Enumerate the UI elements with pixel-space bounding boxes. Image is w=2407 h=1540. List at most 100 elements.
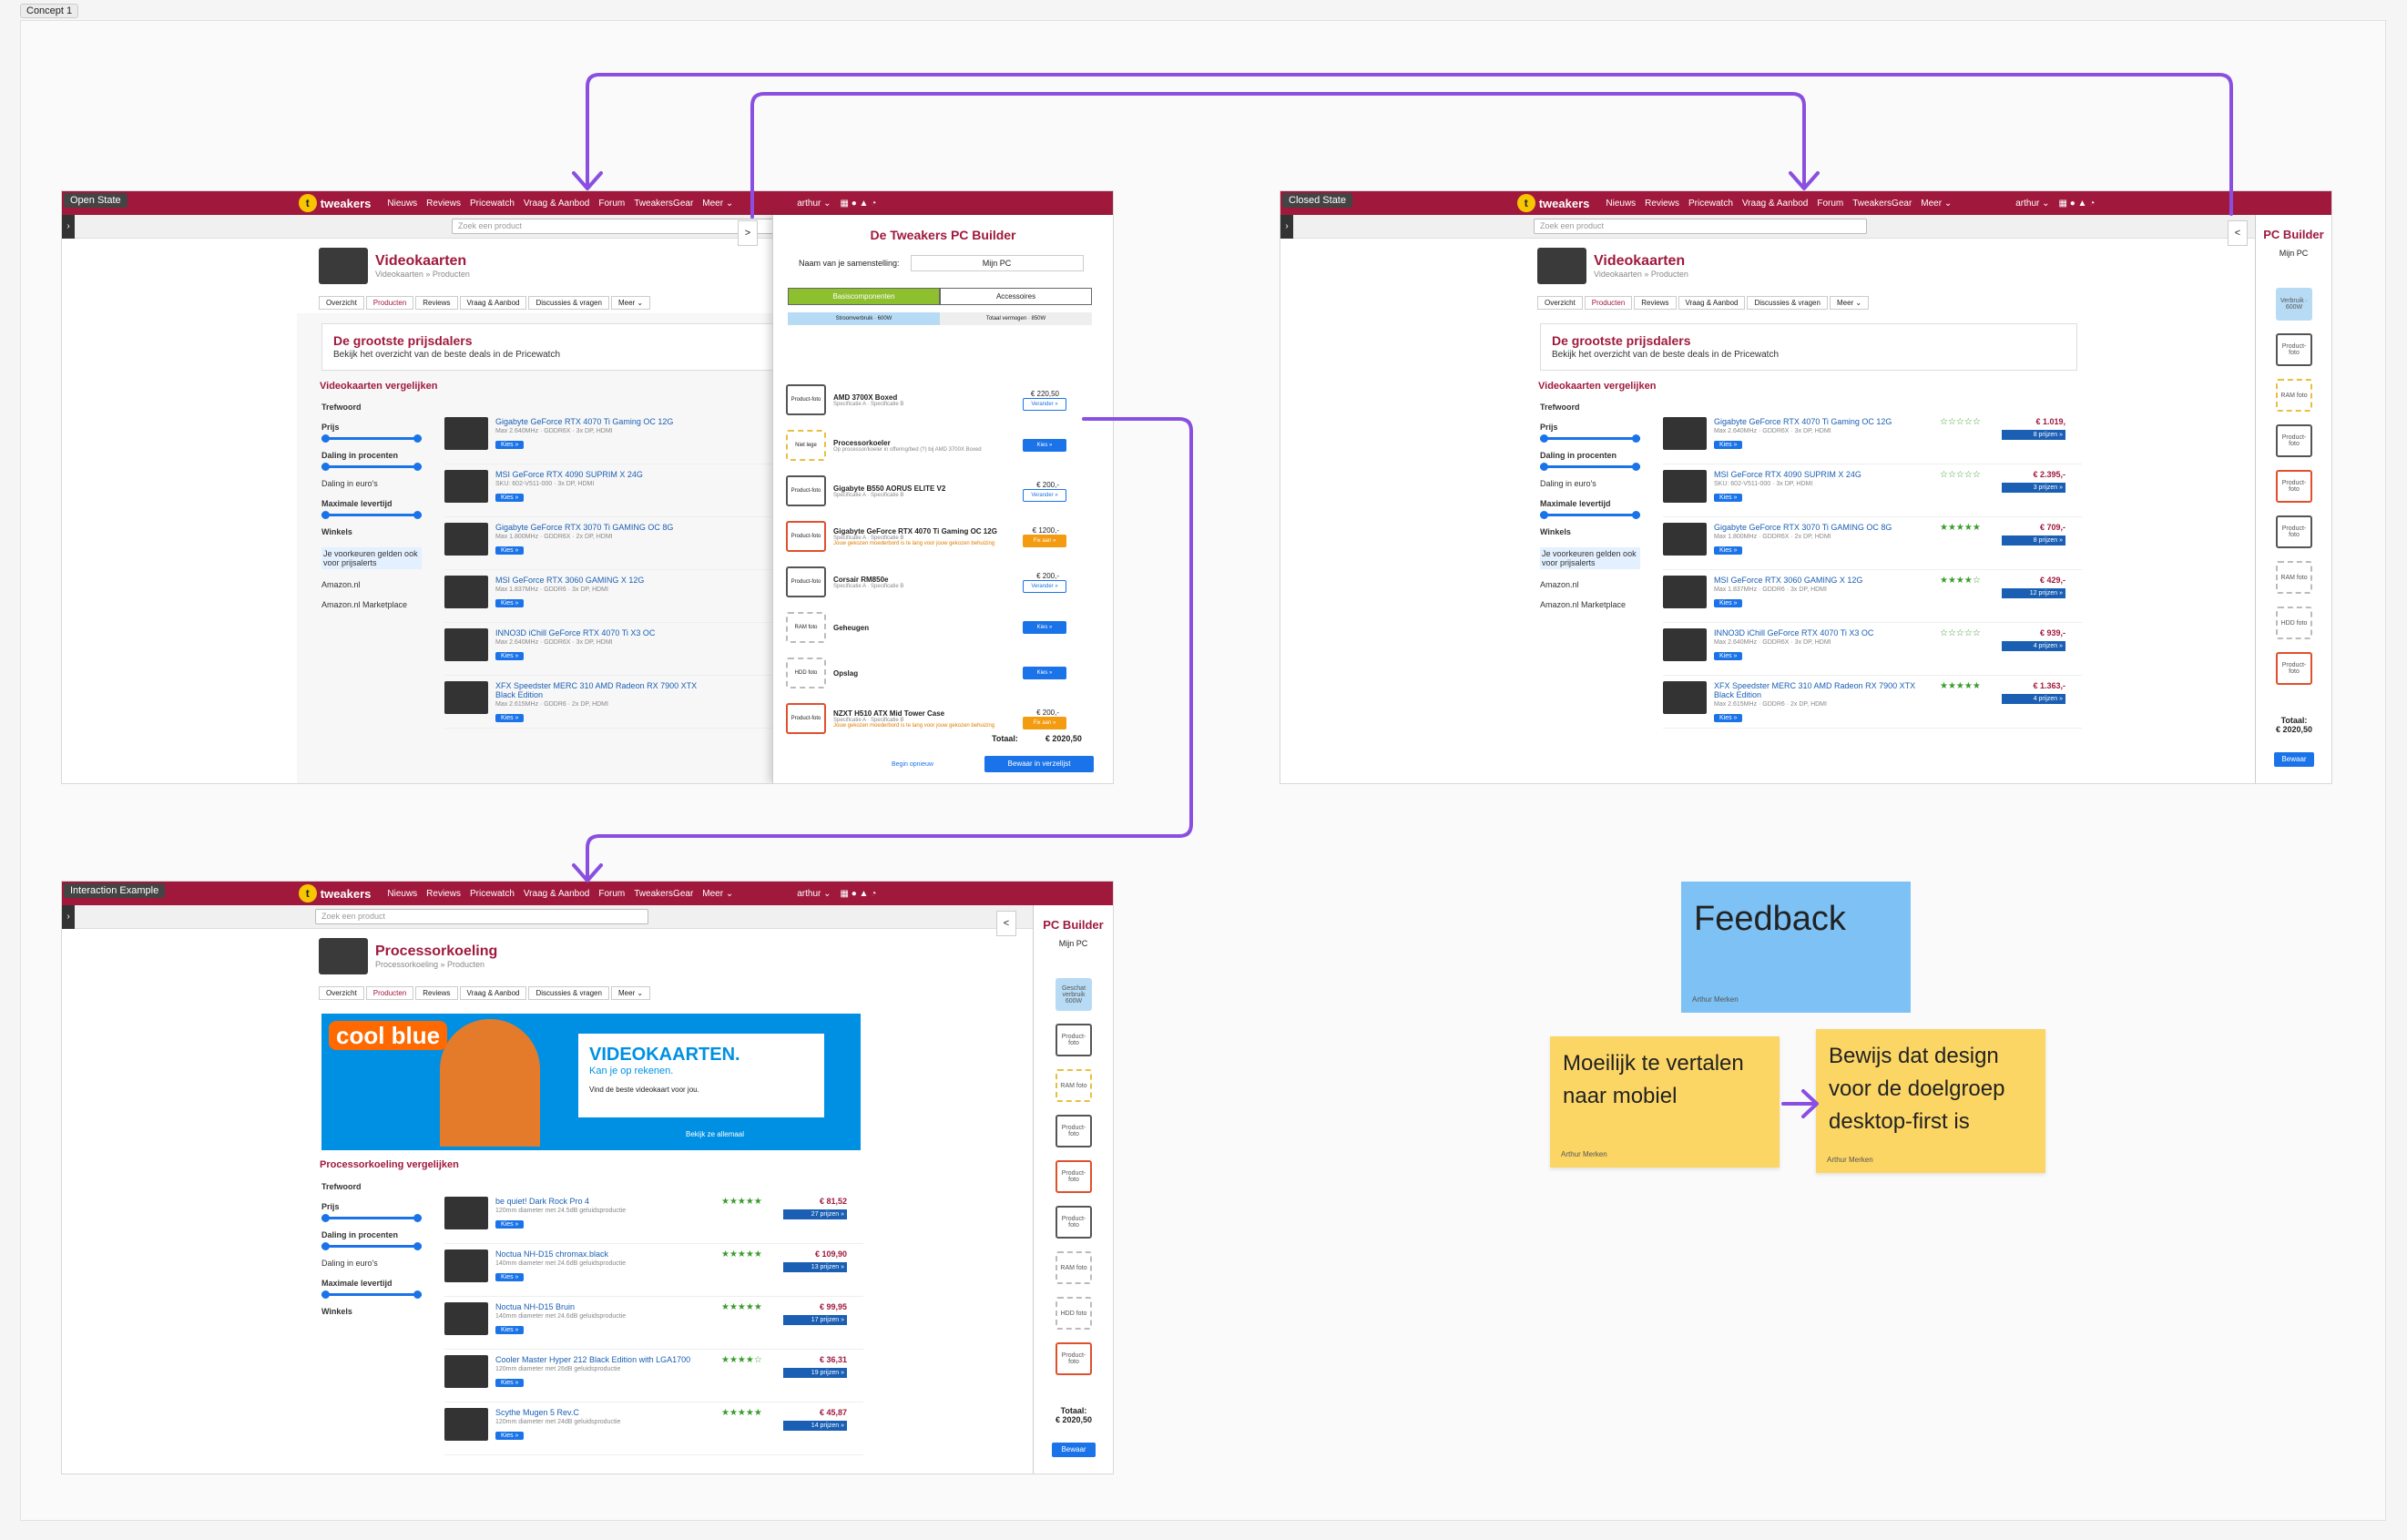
tab-vraag-aanbod[interactable]: Vraag & Aanbod (459, 296, 527, 310)
component-row[interactable]: Product-foto Gigabyte GeForce RTX 4070 T… (786, 521, 1066, 552)
nav-vraag-aanbod[interactable]: Vraag & Aanbod (524, 199, 589, 209)
save-button[interactable]: Bewaar (1052, 1443, 1096, 1457)
nav-tweakersgear[interactable]: TweakersGear (1852, 199, 1912, 209)
tweakers-logo[interactable]: t tweakers (1516, 194, 1589, 212)
tab-basiscomponenten[interactable]: Basiscomponenten (788, 288, 940, 305)
nav-reviews[interactable]: Reviews (1645, 199, 1679, 209)
builder-slot[interactable]: Verbruik · 600W (2276, 288, 2312, 321)
table-row[interactable]: Cooler Master Hyper 212 Black Edition wi… (444, 1350, 863, 1402)
builder-slot[interactable]: RAM foto (2276, 379, 2312, 412)
table-row[interactable]: Noctua NH-D15 Bruin 140mm diameter met 24… (444, 1297, 863, 1350)
nav-tweakersgear[interactable]: TweakersGear (634, 889, 693, 899)
price-compare-button[interactable]: 4 prijzen » (2002, 694, 2065, 704)
nav-pricewatch[interactable]: Pricewatch (1688, 199, 1733, 209)
nav-nieuws[interactable]: Nieuws (387, 889, 417, 899)
tab-overzicht[interactable]: Overzicht (1537, 296, 1583, 310)
tab-producten[interactable]: Producten (365, 986, 414, 1000)
component-row[interactable]: Product-foto Corsair RM850e Specificatie… (786, 566, 1066, 597)
table-row[interactable]: Gigabyte GeForce RTX 4070 Ti Gaming OC 1… (1663, 412, 2082, 464)
builder-slot[interactable]: Product-foto (1056, 1115, 1092, 1147)
component-row[interactable]: HDD foto Opslag Kies » (786, 658, 1066, 688)
component-action-button[interactable]: Verander » (1023, 579, 1066, 593)
user-menu[interactable]: arthur ⌄ (797, 889, 831, 899)
tab-reviews[interactable]: Reviews (415, 296, 458, 310)
user-menu[interactable]: arthur ⌄ (2015, 199, 2049, 209)
nav-vraag-aanbod[interactable]: Vraag & Aanbod (524, 889, 589, 899)
save-button[interactable]: Bewaar (2274, 752, 2314, 767)
component-row[interactable]: Product-foto AMD 3700X Boxed Specificati… (786, 384, 1066, 415)
component-row[interactable]: Product-foto Gigabyte B550 AORUS ELITE V… (786, 475, 1066, 506)
component-action-button[interactable]: Verander » (1023, 397, 1066, 411)
icons-group[interactable]: ▦ ● ▲ ◔ (841, 199, 877, 209)
tab-producten[interactable]: Producten (1584, 296, 1633, 310)
nav-vraag-aanbod[interactable]: Vraag & Aanbod (1742, 199, 1808, 209)
price-compare-button[interactable]: 27 prijzen » (783, 1209, 847, 1219)
breadcrumb[interactable]: Processorkoeling » Producten (375, 960, 497, 969)
component-action-button[interactable]: Fix aan » (1023, 534, 1066, 547)
ad-cta-link[interactable]: Bekijk ze allemaal (686, 1130, 744, 1138)
builder-expand-button[interactable]: < (2228, 220, 2248, 246)
nav-nieuws[interactable]: Nieuws (1606, 199, 1636, 209)
nav-reviews[interactable]: Reviews (426, 889, 461, 899)
builder-slot[interactable]: RAM foto (1056, 1251, 1092, 1284)
feedback-header-note[interactable]: Feedback Arthur Merken (1681, 882, 1911, 1013)
table-row[interactable]: Gigabyte GeForce RTX 3070 Ti GAMING OC 8… (1663, 517, 2082, 570)
tab-meer[interactable]: Meer ⌄ (610, 296, 651, 310)
search-input[interactable]: Zoek een product (452, 219, 785, 234)
feedback-note-2[interactable]: Bewijs dat design voor de doelgroep desk… (1816, 1029, 2045, 1173)
icons-group[interactable]: ▦ ● ▲ ◔ (2059, 199, 2096, 209)
tab-reviews[interactable]: Reviews (415, 986, 458, 1000)
tab-reviews[interactable]: Reviews (1634, 296, 1677, 310)
nav-meer[interactable]: Meer ⌄ (1921, 199, 1952, 209)
builder-slot[interactable]: HDD foto (2276, 607, 2312, 639)
builder-slot[interactable]: Product-foto (1056, 1206, 1092, 1239)
nav-pricewatch[interactable]: Pricewatch (470, 889, 515, 899)
component-row[interactable]: RAM foto Geheugen Kies » (786, 612, 1066, 643)
nav-forum[interactable]: Forum (1817, 199, 1843, 209)
builder-slot[interactable]: Product-foto (2276, 424, 2312, 457)
component-action-button[interactable]: Fix aan » (1023, 716, 1066, 729)
tab-producten[interactable]: Producten (365, 296, 414, 310)
price-compare-button[interactable]: 12 prijzen » (2002, 588, 2065, 598)
build-name-input[interactable]: Mijn PC (910, 255, 1084, 271)
builder-slot[interactable]: HDD foto (1056, 1297, 1092, 1330)
search-input[interactable]: Zoek een product (1534, 219, 1867, 234)
price-compare-button[interactable]: 8 prijzen » (2002, 535, 2065, 546)
tab-overzicht[interactable]: Overzicht (319, 296, 364, 310)
component-row[interactable]: Product-foto NZXT H510 ATX Mid Tower Cas… (786, 703, 1066, 734)
tab-discussies[interactable]: Discussies & vragen (1747, 296, 1828, 310)
price-compare-button[interactable]: 4 prijzen » (2002, 641, 2065, 651)
breadcrumb[interactable]: Videokaarten » Producten (1594, 270, 1688, 279)
table-row[interactable]: INNO3D iChill GeForce RTX 4070 Ti X3 OC M… (1663, 623, 2082, 676)
builder-expand-button[interactable]: < (996, 911, 1016, 936)
table-row[interactable]: Scythe Mugen 5 Rev.C 120mm diameter met 2… (444, 1402, 863, 1455)
component-action-button[interactable]: Kies » (1023, 439, 1066, 452)
table-row[interactable]: XFX Speedster MERC 310 AMD Radeon RX 790… (1663, 676, 2082, 729)
builder-slot[interactable]: Product-foto (1056, 1342, 1092, 1375)
reset-link[interactable]: Begin opnieuw (892, 761, 933, 768)
tweakers-logo[interactable]: t tweakers (298, 194, 371, 212)
nav-forum[interactable]: Forum (598, 889, 625, 899)
builder-slot[interactable]: Geschat verbruik 600W (1056, 978, 1092, 1011)
breadcrumb[interactable]: Videokaarten » Producten (375, 270, 470, 279)
tab-meer[interactable]: Meer ⌄ (1829, 296, 1870, 310)
tab-discussies[interactable]: Discussies & vragen (528, 986, 609, 1000)
user-menu[interactable]: arthur ⌄ (797, 199, 831, 209)
table-row[interactable]: be quiet! Dark Rock Pro 4 120mm diameter … (444, 1191, 863, 1244)
price-compare-button[interactable]: 17 prijzen » (783, 1315, 847, 1325)
tweakers-logo[interactable]: t tweakers (298, 884, 371, 903)
feedback-note-1[interactable]: Moeilijk te vertalen naar mobiel Arthur … (1550, 1036, 1780, 1168)
side-expand-tab[interactable]: › (62, 215, 75, 239)
nav-pricewatch[interactable]: Pricewatch (470, 199, 515, 209)
builder-slot[interactable]: Product-foto (1056, 1160, 1092, 1193)
builder-slot[interactable]: Product-foto (1056, 1024, 1092, 1056)
builder-slot[interactable]: Product-foto (2276, 652, 2312, 685)
tab-vraag-aanbod[interactable]: Vraag & Aanbod (1678, 296, 1746, 310)
price-compare-button[interactable]: 19 prijzen » (783, 1368, 847, 1378)
tab-vraag-aanbod[interactable]: Vraag & Aanbod (459, 986, 527, 1000)
component-row[interactable]: Niet lege Processorkoeler Op processor/k… (786, 430, 1066, 461)
builder-slot[interactable]: Product-foto (2276, 515, 2312, 548)
price-compare-button[interactable]: 3 prijzen » (2002, 483, 2065, 493)
table-row[interactable]: MSI GeForce RTX 3060 GAMING X 12G Max 1.8… (1663, 570, 2082, 623)
tab-meer[interactable]: Meer ⌄ (610, 986, 651, 1000)
